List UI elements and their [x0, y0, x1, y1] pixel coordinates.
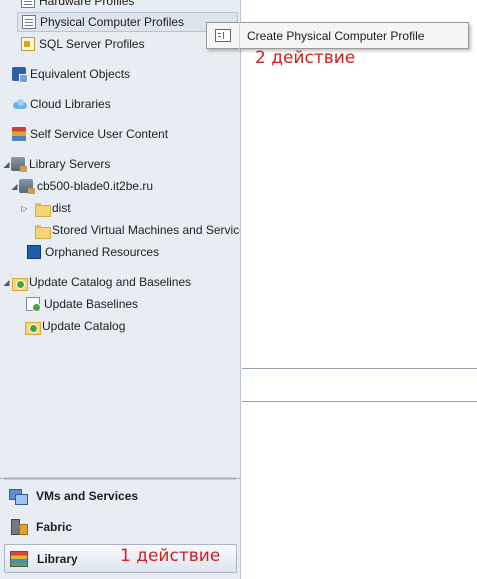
annotation-step-1: 1 действие [120, 546, 221, 566]
folder-icon [34, 201, 51, 217]
annotation-step-2: 2 действие [255, 48, 356, 68]
workspace-button-vms-and-services[interactable]: VMs and Services [4, 481, 237, 510]
tree-item-library-servers[interactable]: ◢ Library Servers [2, 154, 110, 174]
tree-item-sql-server-profiles[interactable]: SQL Server Profiles [21, 34, 145, 54]
tree-item-label: Hardware Profiles [39, 0, 135, 8]
orphaned-resources-icon [27, 245, 41, 259]
menu-item-create-physical-computer-profile[interactable]: Create Physical Computer Profile [247, 29, 424, 43]
navigation-pane: Hardware Profiles Physical Computer Prof… [0, 0, 241, 579]
tree-item-update-catalog[interactable]: Update Catalog [24, 316, 125, 336]
update-baseline-icon [26, 297, 41, 312]
create-profile-icon [215, 29, 231, 42]
workspace-label: Library [37, 551, 78, 566]
menu-separator [239, 22, 240, 49]
update-catalog-icon [24, 319, 41, 335]
tree-item-physical-computer-profiles[interactable]: Physical Computer Profiles [17, 12, 238, 32]
expanded-arrow-icon[interactable]: ◢ [2, 160, 11, 169]
tree-item-label: Stored Virtual Machines and Services [52, 223, 240, 237]
expanded-arrow-icon[interactable]: ◢ [10, 182, 19, 191]
tree-item-label: Physical Computer Profiles [40, 15, 185, 29]
tree-item-label: Library Servers [29, 157, 111, 171]
tree-item-label: Self Service User Content [30, 127, 169, 141]
update-catalog-icon [11, 275, 28, 291]
tree-item-label: Equivalent Objects [30, 67, 131, 81]
tree-item-label: cb500-blade0.it2be.ru [37, 179, 154, 193]
tree-item-label: Update Catalog [42, 319, 126, 333]
context-menu: Create Physical Computer Profile [206, 22, 469, 49]
tree-item-library-server-host[interactable]: ◢ cb500-blade0.it2be.ru [10, 176, 153, 196]
fabric-icon [9, 518, 28, 535]
tree-item-orphaned-resources[interactable]: Orphaned Resources [27, 242, 159, 262]
sql-profile-icon [21, 37, 35, 51]
workspace-button-fabric[interactable]: Fabric [4, 512, 237, 541]
workspace-label: Fabric [36, 519, 73, 534]
tree-item-label: dist [52, 201, 71, 215]
tree-item-cloud-libraries[interactable]: Cloud Libraries [12, 94, 111, 114]
tree-item-self-service-user-content[interactable]: Self Service User Content [12, 124, 168, 144]
physical-computer-profile-icon [22, 15, 36, 29]
tree-item-label: Cloud Libraries [30, 97, 111, 111]
library-icon [10, 550, 28, 567]
collapsed-arrow-icon[interactable]: ▷ [20, 204, 29, 213]
library-tree: Hardware Profiles Physical Computer Prof… [0, 0, 240, 470]
tree-item-label: SQL Server Profiles [39, 37, 145, 51]
details-pane-divider [242, 401, 477, 402]
server-icon [19, 179, 35, 194]
tree-item-dist[interactable]: ▷ dist [20, 198, 71, 218]
tree-item-equivalent-objects[interactable]: Equivalent Objects [12, 64, 130, 84]
expanded-arrow-icon[interactable]: ◢ [2, 278, 11, 287]
tree-item-hardware-profiles[interactable]: Hardware Profiles [21, 0, 134, 11]
tree-item-update-catalog-and-baselines[interactable]: ◢ Update Catalog and Baselines [2, 272, 191, 292]
folder-icon [34, 223, 51, 239]
self-service-content-icon [12, 127, 26, 141]
tree-item-label: Orphaned Resources [45, 245, 160, 259]
hardware-profile-icon [21, 0, 35, 8]
tree-item-stored-vms[interactable]: Stored Virtual Machines and Services [34, 220, 240, 240]
equivalent-objects-icon [12, 67, 28, 83]
tree-item-label: Update Catalog and Baselines [29, 275, 192, 289]
vms-and-services-icon [9, 488, 28, 505]
workspace-label: VMs and Services [36, 488, 139, 503]
library-servers-icon [11, 157, 27, 172]
splitter[interactable] [4, 477, 236, 480]
tree-item-label: Update Baselines [44, 297, 139, 311]
cloud-icon [12, 97, 27, 111]
tree-item-update-baselines[interactable]: Update Baselines [26, 294, 138, 314]
